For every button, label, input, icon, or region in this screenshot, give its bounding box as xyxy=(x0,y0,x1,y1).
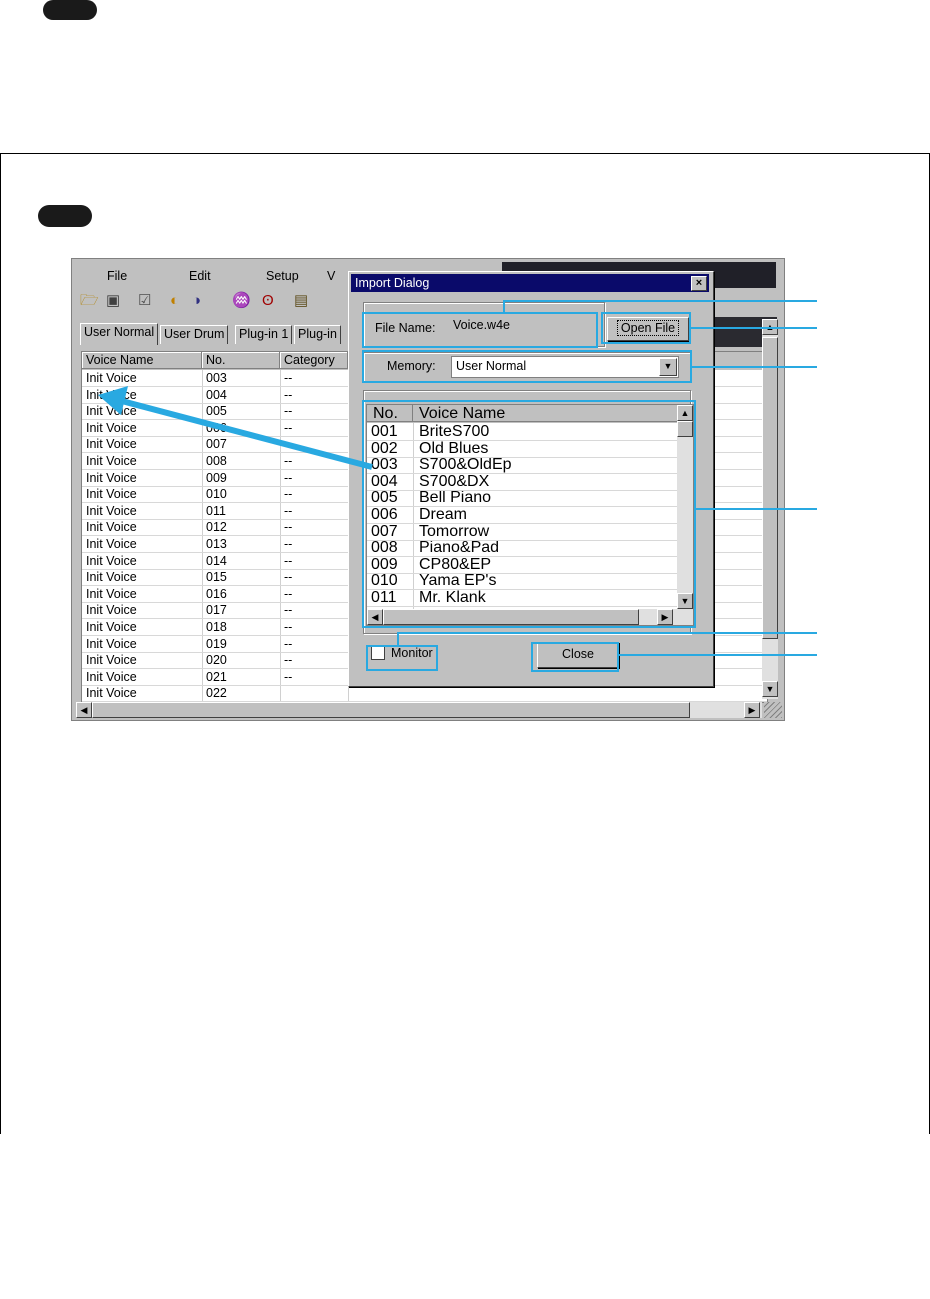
drag-arrow-icon xyxy=(98,386,373,470)
tab-user-normal[interactable]: User Normal xyxy=(80,323,159,345)
